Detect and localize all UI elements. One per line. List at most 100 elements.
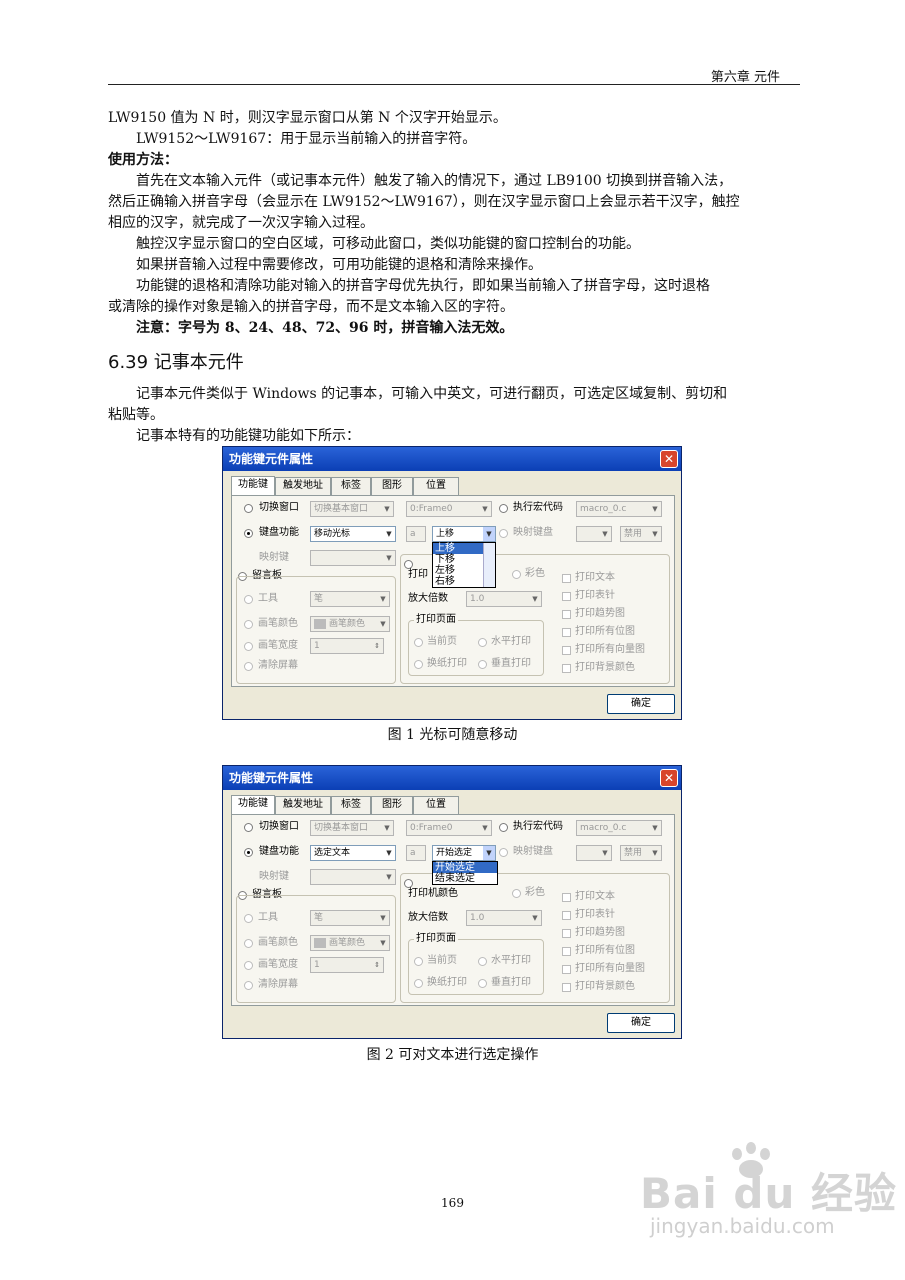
checkbox-label: 打印背景颜色	[575, 981, 635, 992]
tab-function-key[interactable]: 功能键	[231, 795, 275, 815]
tool-radio[interactable]	[244, 914, 253, 923]
print-pointer-checkbox[interactable]	[562, 592, 571, 601]
color-radio[interactable]	[512, 889, 521, 898]
print-background-checkbox[interactable]	[562, 664, 571, 673]
switch-window-radio[interactable]	[244, 504, 253, 513]
close-icon[interactable]: ✕	[660, 769, 678, 787]
map-keyboard-radio[interactable]	[499, 529, 508, 538]
paper-print-radio[interactable]	[414, 979, 423, 988]
clear-screen-radio[interactable]	[244, 981, 253, 990]
zoom-select[interactable]: 1.0 ▼	[466, 591, 542, 607]
sub-function-dropdown[interactable]: 上移 下移 左移 右移	[432, 542, 496, 588]
pen-color-radio[interactable]	[244, 939, 253, 948]
pen-width-stepper[interactable]: 1 ⇕	[310, 638, 384, 654]
tab-graphic[interactable]: 图形	[371, 477, 413, 495]
switch-window-radio[interactable]	[244, 823, 253, 832]
clear-screen-radio[interactable]	[244, 662, 253, 671]
text-line: 如果拼音输入过程中需要修改，可用功能键的退格和清除来操作。	[136, 257, 542, 273]
pen-color-radio[interactable]	[244, 620, 253, 629]
switch-base-select[interactable]: 切换基本窗口 ▼	[310, 820, 394, 836]
frame-select[interactable]: 0:Frame0 ▼	[406, 820, 492, 836]
keyboard-func-select[interactable]: 移动光标 ▼	[310, 526, 396, 542]
map-key-select[interactable]: ▼	[310, 869, 396, 885]
pen-width-stepper[interactable]: 1 ⇕	[310, 957, 384, 973]
keyboard-func-radio[interactable]	[244, 529, 253, 538]
tab-trigger-address[interactable]: 触发地址	[275, 477, 331, 495]
sub-function-select[interactable]: 开始选定 ▼	[432, 845, 496, 861]
tab-label[interactable]: 标签	[331, 477, 371, 495]
keyboard-func-label: 键盘功能	[259, 846, 299, 857]
print-vector-checkbox[interactable]	[562, 646, 571, 655]
map-key-label: 映射键	[259, 552, 289, 563]
zoom-label: 放大倍数	[408, 912, 448, 923]
print-background-checkbox[interactable]	[562, 983, 571, 992]
tool-label: 工具	[258, 912, 278, 923]
print-page-label: 打印页面	[414, 613, 458, 627]
map-key-select[interactable]: ▼	[310, 550, 396, 566]
key-input[interactable]: a	[406, 526, 426, 542]
print-trend-checkbox[interactable]	[562, 610, 571, 619]
map-key-label: 映射键	[259, 871, 289, 882]
sub-function-select[interactable]: 上移 ▼	[432, 526, 496, 542]
exec-macro-radio[interactable]	[499, 823, 508, 832]
color-label: 彩色	[525, 568, 545, 579]
horizontal-print-radio[interactable]	[478, 638, 487, 647]
dialog-title: 功能键元件属性	[223, 447, 681, 471]
disable-select[interactable]: 禁用 ▼	[620, 526, 662, 542]
paper-print-label: 换纸打印	[427, 977, 467, 988]
map-keyboard-select[interactable]: ▼	[576, 526, 612, 542]
switch-base-select[interactable]: 切换基本窗口 ▼	[310, 501, 394, 517]
current-page-radio[interactable]	[414, 638, 423, 647]
tool-select[interactable]: 笔 ▼	[310, 591, 390, 607]
print-trend-checkbox[interactable]	[562, 929, 571, 938]
print-text-checkbox[interactable]	[562, 893, 571, 902]
vertical-print-radio[interactable]	[478, 979, 487, 988]
tab-position[interactable]: 位置	[413, 796, 459, 814]
frame-select[interactable]: 0:Frame0 ▼	[406, 501, 492, 517]
dropdown-option[interactable]: 开始选定	[433, 862, 497, 873]
current-page-radio[interactable]	[414, 957, 423, 966]
tab-position[interactable]: 位置	[413, 477, 459, 495]
tool-select[interactable]: 笔 ▼	[310, 910, 390, 926]
key-input[interactable]: a	[406, 845, 426, 861]
checkbox-label: 打印背景颜色	[575, 662, 635, 673]
print-pointer-checkbox[interactable]	[562, 911, 571, 920]
keyboard-func-select[interactable]: 选定文本 ▼	[310, 845, 396, 861]
section-title: 6.39 记事本元件	[108, 352, 244, 373]
keyboard-func-radio[interactable]	[244, 848, 253, 857]
print-vector-checkbox[interactable]	[562, 965, 571, 974]
sub-function-dropdown[interactable]: 开始选定 结束选定	[432, 861, 498, 885]
map-keyboard-radio[interactable]	[499, 848, 508, 857]
pen-color-select[interactable]: 画笔颜色 ▼	[310, 616, 390, 632]
pen-color-select[interactable]: 画笔颜色 ▼	[310, 935, 390, 951]
horizontal-print-radio[interactable]	[478, 957, 487, 966]
dropdown-scrollbar[interactable]	[483, 543, 495, 587]
print-text-checkbox[interactable]	[562, 574, 571, 583]
map-keyboard-select[interactable]: ▼	[576, 845, 612, 861]
ok-button[interactable]: 确定	[607, 1013, 675, 1033]
pen-width-radio[interactable]	[244, 642, 253, 651]
note: 注意：字号为 8、24、48、72、96 时，拼音输入法无效。	[136, 320, 514, 336]
print-bitmap-checkbox[interactable]	[562, 628, 571, 637]
close-icon[interactable]: ✕	[660, 450, 678, 468]
exec-macro-radio[interactable]	[499, 504, 508, 513]
ok-button[interactable]: 确定	[607, 694, 675, 714]
tool-radio[interactable]	[244, 595, 253, 604]
text-line: 触控汉字显示窗口的空白区域，可移动此窗口，类似功能键的窗口控制台的功能。	[136, 236, 640, 252]
dropdown-option[interactable]: 结束选定	[433, 873, 497, 884]
zoom-select[interactable]: 1.0 ▼	[466, 910, 542, 926]
macro-select[interactable]: macro_0.c ▼	[576, 501, 662, 517]
tab-trigger-address[interactable]: 触发地址	[275, 796, 331, 814]
tab-function-key[interactable]: 功能键	[231, 476, 275, 496]
tab-label[interactable]: 标签	[331, 796, 371, 814]
disable-select[interactable]: 禁用 ▼	[620, 845, 662, 861]
color-radio[interactable]	[512, 570, 521, 579]
macro-select[interactable]: macro_0.c ▼	[576, 820, 662, 836]
print-bitmap-checkbox[interactable]	[562, 947, 571, 956]
checkbox-label: 打印所有位图	[575, 945, 635, 956]
paper-print-label: 换纸打印	[427, 658, 467, 669]
tab-graphic[interactable]: 图形	[371, 796, 413, 814]
pen-width-radio[interactable]	[244, 961, 253, 970]
vertical-print-radio[interactable]	[478, 660, 487, 669]
paper-print-radio[interactable]	[414, 660, 423, 669]
